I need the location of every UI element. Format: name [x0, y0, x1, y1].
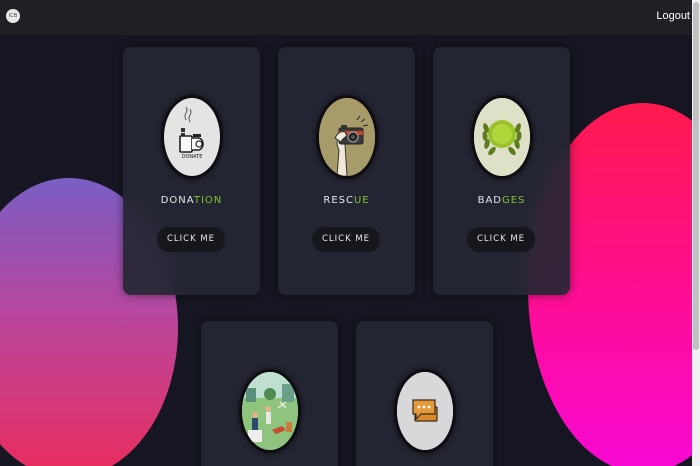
rescue-card: RESCUE CLICK ME: [278, 47, 415, 295]
page: ICB Logout DONATE DONATION CLICK ME RESC…: [0, 0, 700, 466]
community-badge: [239, 369, 301, 453]
badges-badge: [471, 95, 533, 179]
badges-click-me-button[interactable]: CLICK ME: [467, 227, 535, 252]
rescue-title-green: UE: [353, 195, 370, 206]
donation-title-green: TION: [193, 195, 223, 206]
page-scrollbar[interactable]: [692, 0, 700, 466]
chat-card: [356, 321, 493, 466]
chat-bubble-icon: [397, 372, 453, 450]
park-scene-icon: [242, 372, 298, 450]
camera-hand-icon: [319, 98, 375, 176]
top-navbar: ICB Logout: [0, 0, 692, 35]
laurel-wreath-icon: [474, 98, 530, 176]
donate-jar-icon: DONATE: [164, 98, 220, 176]
donation-click-me-button[interactable]: CLICK ME: [157, 227, 225, 252]
donation-title-white: DONA: [160, 195, 194, 206]
community-card: [201, 321, 338, 466]
donation-title: DONATION: [123, 195, 260, 206]
logout-link[interactable]: Logout: [656, 10, 690, 22]
scrollbar-thumb[interactable]: [693, 2, 699, 350]
badges-card: BADGES CLICK ME: [433, 47, 570, 295]
chat-badge: [394, 369, 456, 453]
donation-badge: DONATE: [161, 95, 223, 179]
donate-icon-label: DONATE: [182, 154, 203, 160]
badges-title-white: BAD: [477, 195, 502, 206]
badges-title: BADGES: [433, 195, 570, 206]
rescue-click-me-button[interactable]: CLICK ME: [312, 227, 380, 252]
donation-card: DONATE DONATION CLICK ME: [123, 47, 260, 295]
badges-title-green: GES: [501, 195, 526, 206]
user-avatar[interactable]: ICB: [6, 9, 20, 23]
rescue-badge: [316, 95, 378, 179]
rescue-title-white: RESC: [323, 195, 354, 206]
rescue-title: RESCUE: [278, 195, 415, 206]
